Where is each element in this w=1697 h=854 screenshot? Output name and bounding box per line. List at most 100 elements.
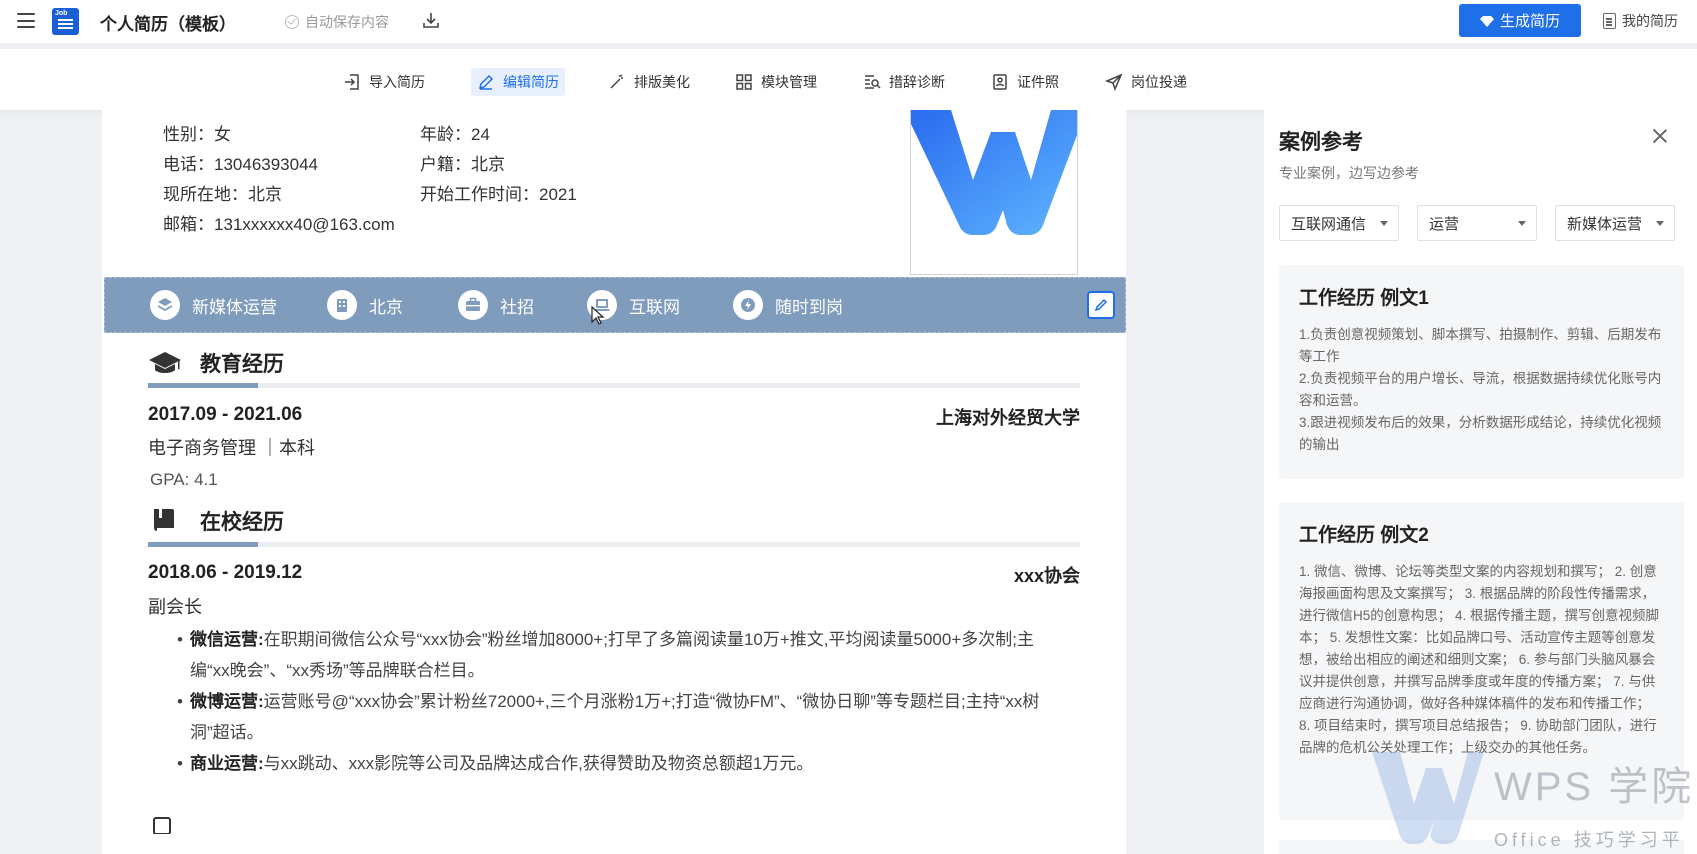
education-school[interactable]: 上海对外经贸大学	[936, 404, 1080, 430]
tool-edit[interactable]: 编辑简历	[471, 68, 565, 96]
filter-function-value: 运营	[1429, 215, 1460, 233]
tool-apply[interactable]: 岗位投递	[1099, 68, 1193, 96]
panel-title: 案例参考	[1279, 131, 1363, 154]
profile-gender[interactable]: 性别：女	[163, 120, 231, 145]
education-gpa[interactable]: GPA: 4.1	[150, 470, 218, 490]
diamond-icon	[1479, 15, 1494, 27]
example-card-title: 工作经历 例文1	[1299, 288, 1429, 309]
case-reference-panel: 案例参考 专业案例，边写边参考 互联网通信 运营 新媒体运营 工作经历 例文1 …	[1264, 110, 1697, 854]
tool-import-label: 导入简历	[369, 74, 425, 90]
my-resume-label: 我的简历	[1622, 13, 1678, 29]
profile-age[interactable]: 年龄：24	[420, 120, 490, 145]
building-icon	[337, 299, 347, 312]
close-icon[interactable]	[1652, 128, 1668, 144]
next-section-icon	[153, 817, 171, 834]
filter-industry-value: 互联网通信	[1291, 215, 1367, 233]
tag-availability-label: 随时到岗	[775, 297, 843, 317]
bullet-head: 微信运营:	[190, 630, 264, 649]
tag-hire-type: 社招	[458, 290, 534, 320]
mouse-cursor-icon	[591, 306, 605, 325]
section-divider	[148, 383, 1080, 388]
tool-diagnose-label: 措辞诊断	[889, 74, 945, 90]
check-circle-icon	[285, 15, 299, 29]
profile-hometown[interactable]: 户籍：北京	[420, 150, 505, 175]
diagnose-icon	[865, 75, 881, 89]
autosave-label: 自动保存内容	[305, 14, 389, 30]
job-intention-bar[interactable]: 新媒体运营 北京 社招 互联网 随时到岗	[104, 277, 1126, 333]
send-icon	[1105, 73, 1123, 91]
bullet-text: 运营账号@“xxx协会”累计粉丝72000+,三个月涨粉1万+;打造“微协FM”…	[190, 692, 1040, 742]
campus-bullet[interactable]: 微信运营:在职期间微信公众号“xxx协会”粉丝增加8000+;打早了多篇阅读量1…	[177, 624, 1060, 686]
briefcase-icon	[466, 297, 480, 311]
autosave-status: 自动保存内容	[285, 12, 389, 32]
magic-wand-icon	[610, 74, 623, 89]
example-card-body: 1. 微信、微博、论坛等类型文案的内容规划和撰写； 2. 创意海报画面构思及文案…	[1299, 564, 1660, 755]
import-icon	[345, 74, 359, 90]
campus-bullet[interactable]: 商业运营:与xx跳动、xxx影院等公司及品牌达成合作,获得赞助及物资总额超1万元…	[177, 748, 1060, 779]
download-icon[interactable]	[422, 11, 440, 29]
hamburger-menu-icon[interactable]	[17, 13, 35, 28]
campus-role[interactable]: 副会长	[148, 593, 202, 619]
panel-subtitle: 专业案例，边写边参考	[1279, 165, 1419, 181]
building-icon-wrap	[327, 290, 357, 320]
briefcase-icon-wrap	[458, 290, 488, 320]
tag-hire-type-label: 社招	[500, 297, 534, 317]
id-photo-icon	[993, 74, 1007, 90]
section-divider	[148, 542, 1080, 547]
profile-email[interactable]: 邮箱：131xxxxxx40@163.com	[163, 210, 395, 235]
tool-import[interactable]: 导入简历	[337, 68, 431, 96]
example-card[interactable]: 工作经历 例文2 1. 微信、微博、论坛等类型文案的内容规划和撰写； 2. 创意…	[1279, 502, 1684, 820]
section-title-campus-label: 在校经历	[200, 511, 284, 534]
profile-photo[interactable]	[910, 110, 1078, 275]
tool-beautify[interactable]: 排版美化	[602, 68, 696, 96]
tool-id-photo[interactable]: 证件照	[985, 68, 1065, 96]
campus-org[interactable]: xxx协会	[1014, 562, 1080, 588]
top-bar: Job 个人简历（模板） 自动保存内容 生成简历 我的简历	[0, 0, 1697, 43]
generate-resume-label: 生成简历	[1499, 13, 1560, 30]
profile-work-start[interactable]: 开始工作时间：2021	[420, 180, 577, 205]
tool-apply-label: 岗位投递	[1131, 74, 1187, 90]
section-title-education[interactable]: 教育经历	[148, 348, 284, 378]
wps-logo-icon	[911, 110, 1077, 235]
tag-city: 北京	[327, 290, 403, 320]
editor-toolbar: 导入简历 编辑简历 排版美化 模块管理 措辞诊断 证件照 岗位投递	[0, 48, 1697, 110]
edit-intention-button[interactable]	[1087, 291, 1115, 319]
example-card-title: 工作经历 例文2	[1299, 525, 1429, 546]
filter-industry-select[interactable]: 互联网通信	[1279, 205, 1399, 241]
app-logo-text: Job	[55, 10, 68, 17]
tool-modules[interactable]: 模块管理	[729, 68, 823, 96]
tool-id-photo-label: 证件照	[1017, 74, 1059, 90]
tag-city-label: 北京	[369, 297, 403, 317]
example-card[interactable]	[1279, 840, 1684, 854]
profile-phone[interactable]: 电话：13046393044	[163, 150, 318, 175]
filter-function-select[interactable]: 运营	[1417, 205, 1537, 241]
document-icon	[1603, 13, 1616, 29]
filter-position-select[interactable]: 新媒体运营	[1555, 205, 1675, 241]
education-major[interactable]: 电子商务管理 ｜本科	[148, 434, 315, 460]
bullet-head: 微博运营:	[190, 692, 264, 711]
profile-location[interactable]: 现所在地：北京	[163, 180, 282, 205]
lightning-icon-wrap	[733, 290, 763, 320]
my-resume-link[interactable]: 我的简历	[1603, 11, 1678, 31]
filter-position-value: 新媒体运营	[1567, 215, 1643, 233]
bullet-text: 与xx跳动、xxx影院等公司及品牌达成合作,获得赞助及物资总额超1万元。	[263, 754, 814, 773]
example-card-body: 1.负责创意视频策划、脚本撰写、拍摄制作、剪辑、后期发布等工作 2.负责视频平台…	[1299, 327, 1662, 452]
tag-position-label: 新媒体运营	[192, 297, 277, 317]
tag-availability: 随时到岗	[733, 290, 843, 320]
tool-diagnose[interactable]: 措辞诊断	[857, 68, 951, 96]
campus-date[interactable]: 2018.06 - 2019.12	[148, 562, 302, 584]
document-title: 个人简历（模板）	[100, 15, 236, 34]
bullet-head: 商业运营:	[190, 754, 264, 773]
campus-bullet[interactable]: 微博运营:运营账号@“xxx协会”累计粉丝72000+,三个月涨粉1万+;打造“…	[177, 686, 1060, 748]
pencil-icon	[478, 74, 494, 90]
section-title-campus[interactable]: 在校经历	[148, 506, 284, 536]
tool-edit-label: 编辑简历	[503, 74, 559, 90]
tool-modules-label: 模块管理	[761, 74, 817, 90]
generate-resume-button[interactable]: 生成简历	[1459, 4, 1581, 37]
example-card[interactable]: 工作经历 例文1 1.负责创意视频策划、脚本撰写、拍摄制作、剪辑、后期发布等工作…	[1279, 265, 1684, 479]
education-date[interactable]: 2017.09 - 2021.06	[148, 404, 302, 426]
pencil-icon	[1094, 298, 1108, 312]
layers-icon-wrap	[150, 290, 180, 320]
resume-page: 性别：女 年龄：24 电话：13046393044 户籍：北京 现所在地：北京 …	[102, 110, 1126, 854]
grid-icon	[736, 74, 752, 90]
